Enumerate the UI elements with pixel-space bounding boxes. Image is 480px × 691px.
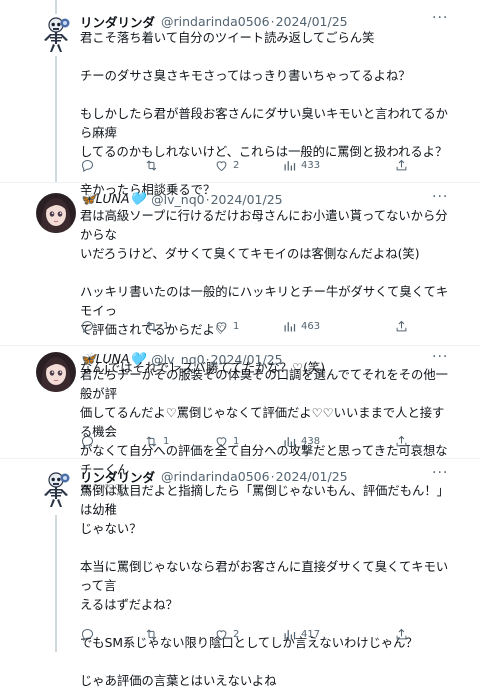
- views-count: 438: [301, 436, 321, 447]
- views-button[interactable]: 438: [282, 434, 320, 449]
- thread-line-top: [55, 0, 57, 14]
- share-icon: [396, 320, 407, 332]
- retweet-count: 1: [163, 321, 170, 332]
- thread-line: [55, 515, 57, 652]
- share-icon: [396, 159, 407, 171]
- reply-icon: [81, 320, 94, 334]
- more-icon[interactable]: ···: [432, 10, 448, 26]
- tweet-2[interactable]: 🦋LUNA🩵 @lv_nq0 · 2024/01/25 ··· 君は高級ソープに…: [0, 183, 480, 375]
- retweet-button[interactable]: 1: [144, 434, 169, 449]
- tweet-line: じゃない？: [80, 522, 142, 536]
- tweet-line: 罵倒は駄目だよと指摘したら「罵倒じゃないもん、評価だもん！」は幼稚: [80, 484, 449, 517]
- views-icon: [284, 161, 296, 171]
- reply-button[interactable]: [80, 158, 99, 173]
- more-icon[interactable]: ···: [432, 189, 448, 205]
- tweet-line: ハッキリ書いたのは一般的にハッキリとチー牛がダサくて臭くてキモイっ: [80, 285, 449, 318]
- like-count: 1: [233, 436, 240, 447]
- tweet-1[interactable]: リンダリンダ @rindarinda0506 · 2024/01/25 ··· …: [0, 0, 480, 197]
- tweet-line: 本当に罵倒じゃないなら君がお客さんに直接ダサくて臭くてキモいって言: [80, 560, 449, 593]
- retweet-count: 1: [163, 436, 170, 447]
- like-button[interactable]: 2: [214, 158, 239, 173]
- tweet-4[interactable]: リンダリンダ @rindarinda0506 · 2024/01/25 ··· …: [0, 459, 480, 688]
- views-count: 433: [301, 160, 321, 171]
- tweet-line: 君こそ落ち着いて自分のツイート読み返してごらん笑: [80, 31, 375, 45]
- avatar-rindarinda[interactable]: [36, 469, 76, 509]
- reply-button[interactable]: [80, 434, 99, 449]
- share-button[interactable]: [394, 158, 409, 173]
- like-icon: [216, 322, 227, 333]
- tweet-line: 君は高級ソープに行けるだけお母さんにお小遣い貰ってないから分からな: [80, 209, 448, 242]
- action-bar: 2 433: [80, 158, 410, 176]
- like-icon: [216, 630, 227, 641]
- user-handle[interactable]: @lv_nq0: [151, 352, 204, 367]
- views-icon: [284, 437, 296, 447]
- retweet-button[interactable]: [144, 627, 163, 642]
- reply-button[interactable]: [80, 627, 99, 642]
- avatar-luna[interactable]: [36, 193, 76, 233]
- tweet-3[interactable]: 🦋LUNA🩵 @lv_nq0 · 2024/01/25 ··· 君たちチーがその…: [0, 346, 480, 496]
- like-button[interactable]: 1: [214, 319, 239, 334]
- anime-girl-avatar-icon: [36, 352, 76, 392]
- user-handle[interactable]: @lv_nq0: [151, 192, 204, 207]
- tweet-date[interactable]: 2024/01/25: [276, 14, 348, 29]
- tweet-line: えるはずだよね？: [80, 598, 178, 612]
- tweet-line: チーのダサさ臭さキモさってはっきり書いちゃってるよね？: [80, 69, 411, 83]
- like-button[interactable]: 2: [214, 627, 239, 642]
- share-button[interactable]: [394, 627, 409, 642]
- like-button[interactable]: 1: [214, 434, 239, 449]
- reply-button[interactable]: [80, 319, 99, 334]
- retweet-icon: [146, 436, 157, 447]
- reply-icon: [81, 435, 94, 449]
- share-icon: [396, 628, 407, 640]
- views-button[interactable]: 433: [282, 158, 320, 173]
- more-icon[interactable]: ···: [432, 349, 448, 365]
- retweet-icon: [146, 321, 157, 332]
- action-bar: 1 1 438: [80, 434, 410, 452]
- tweet-date[interactable]: 2024/01/25: [211, 352, 283, 367]
- avatar-rindarinda[interactable]: [36, 14, 76, 54]
- tweet-line: いだろうけど、ダサくて臭くてキモイのは客側なんだよね(笑): [80, 247, 420, 261]
- tweet-header: 🦋LUNA🩵 @lv_nq0 · 2024/01/25: [80, 351, 283, 367]
- avatar-luna[interactable]: [36, 352, 76, 392]
- more-icon[interactable]: ···: [432, 465, 448, 481]
- action-bar: 1 1 463: [80, 319, 410, 337]
- views-icon: [284, 322, 296, 332]
- reply-icon: [81, 159, 94, 173]
- tweet-line: もしかしたら君が普段お客さんにダサい臭いキモいと言われてるから麻痺: [80, 107, 448, 140]
- user-handle[interactable]: @rindarinda0506: [161, 14, 270, 29]
- retweet-icon: [146, 160, 157, 171]
- separator: ·: [205, 191, 210, 207]
- tweet-line: 君たちチーがその服装その体臭その口調を選んでてそれをその他一般が評: [80, 368, 448, 401]
- like-icon: [216, 437, 227, 448]
- action-bar: 2 417: [80, 627, 410, 645]
- like-count: 1: [233, 321, 240, 332]
- display-name[interactable]: 🦋LUNA🩵: [80, 351, 145, 367]
- anime-girl-avatar-icon: [36, 193, 76, 233]
- tweet-line: じゃあ評価の言葉とはいえないよね: [80, 674, 277, 688]
- retweet-icon: [146, 629, 157, 640]
- skeleton-avatar-icon: [36, 469, 76, 509]
- share-icon: [396, 435, 407, 447]
- tweet-header: 🦋LUNA🩵 @lv_nq0 · 2024/01/25: [80, 191, 283, 207]
- retweet-button[interactable]: [144, 158, 163, 173]
- retweet-button[interactable]: 1: [144, 319, 169, 334]
- separator: ·: [205, 351, 210, 367]
- like-count: 2: [233, 629, 240, 640]
- separator: ·: [270, 14, 275, 29]
- display-name[interactable]: 🦋LUNA🩵: [80, 191, 145, 207]
- reply-icon: [81, 628, 94, 642]
- tweet-text: 罵倒は駄目だよと指摘したら「罵倒じゃないもん、評価だもん！」は幼稚 じゃない？ …: [80, 482, 450, 691]
- views-count: 417: [301, 629, 321, 640]
- share-button[interactable]: [394, 434, 409, 449]
- views-button[interactable]: 463: [282, 319, 320, 334]
- like-icon: [216, 161, 227, 172]
- views-button[interactable]: 417: [282, 627, 320, 642]
- views-count: 463: [301, 321, 321, 332]
- tweet-date[interactable]: 2024/01/25: [211, 192, 283, 207]
- thread-line: [55, 56, 57, 182]
- views-icon: [284, 630, 296, 640]
- share-button[interactable]: [394, 319, 409, 334]
- skeleton-avatar-icon: [36, 14, 76, 54]
- like-count: 2: [233, 160, 240, 171]
